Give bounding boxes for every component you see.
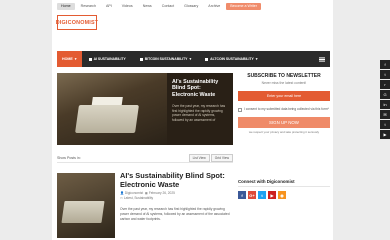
chevron-down-icon: ▾ [255,57,258,61]
category-label: ALTCOIN SUSTAINABILITY [210,57,254,61]
category-home-button[interactable]: HOME ▾ [57,51,82,67]
list-view-button[interactable]: List View [188,153,210,162]
topnav-glossary[interactable]: Glossary [180,3,202,10]
connect-widget: Connect with Digiconomist f G+ t ▶ ◉ [238,179,330,199]
consent-label: I consent to my submitted data being col… [244,107,329,111]
featured-slider[interactable]: AI's Sustainability Blind Spot: Electron… [57,73,233,145]
post-date: February 26, 2025 [148,191,175,195]
site-logo[interactable]: DIGICONOMIST [55,15,99,30]
home-label: HOME [62,57,73,61]
social-links: f G+ t ▶ ◉ [238,191,330,199]
consent-checkbox[interactable] [238,108,242,112]
post-meta: 👤 Digiconomist ▦ February 26, 2025 ▭ Lat… [120,191,232,201]
category-label: AI SUSTAINABILITY [93,57,126,61]
category-bitcoin-sustainability[interactable]: BITCOIN SUSTAINABILITY ▾ [133,57,198,61]
email-icon[interactable]: ✉ [380,110,390,119]
twitter-icon[interactable]: t [258,191,266,199]
reddit-icon[interactable]: r [380,80,390,89]
slider-title[interactable]: AI's Sustainability Blind Spot: Electron… [172,79,228,98]
connect-title: Connect with Digiconomist [238,179,330,187]
topnav-contact[interactable]: Contact [158,3,178,10]
category-bar: HOME ▾ AI SUSTAINABILITY BITCOIN SUSTAIN… [57,51,330,67]
post-author[interactable]: Digiconomist [125,191,143,195]
twitter-icon[interactable]: t [380,70,390,79]
topnav-news[interactable]: News [139,3,156,10]
topnav-become-writer[interactable]: Become a Writer [226,2,261,10]
view-switcher: Show Posts in: List View Grid View [57,153,233,163]
newsletter-widget: SUBSCRIBE TO NEWSLETTER Never miss the l… [238,73,330,169]
youtube-icon[interactable]: ▶ [380,130,390,139]
sign-up-button[interactable]: SIGN UP NOW [238,117,330,128]
square-icon [88,57,92,61]
post-thumbnail[interactable] [57,173,115,238]
linkedin-icon[interactable]: in [380,100,390,109]
show-posts-label: Show Posts in: [57,155,81,160]
slider-excerpt: Over the past year, my research has firs… [172,104,226,122]
chevron-down-icon: ▾ [74,57,77,61]
slider-image [57,73,167,145]
calendar-icon: ▦ [144,191,148,195]
facebook-icon[interactable]: f [238,191,246,199]
post-category[interactable]: Latest, Sustainability [124,196,153,200]
user-icon: 👤 [120,191,124,195]
email-field[interactable]: Enter your email here [238,91,330,101]
topnav-research[interactable]: Research [77,3,100,10]
youtube-icon[interactable]: ▶ [268,191,276,199]
rss-icon[interactable]: ◉ [278,191,286,199]
folder-icon: ▭ [120,195,124,200]
topnav-home[interactable]: Home [57,2,75,10]
logo-text: DIGICONOMIST [55,19,99,26]
newsletter-title: SUBSCRIBE TO NEWSLETTER [247,73,321,79]
topnav-api[interactable]: API [102,3,116,10]
category-ai-sustainability[interactable]: AI SUSTAINABILITY [82,57,133,61]
privacy-note: we respect your privacy and take protect… [248,130,320,134]
page: Home Research API Videos News Contact Gl… [52,0,333,240]
tumblr-icon[interactable]: t [380,120,390,129]
post-title[interactable]: AI's Sustainability Blind Spot: Electron… [120,171,230,189]
top-nav: Home Research API Videos News Contact Gl… [57,2,261,10]
category-label: BITCOIN SUSTAINABILITY [144,57,188,61]
category-altcoin-sustainability[interactable]: ALTCOIN SUSTAINABILITY ▾ [198,57,264,61]
newsletter-subtitle: Never miss the latest content! [261,81,307,85]
floating-share-bar: f t r G in ✉ t ▶ [380,60,390,139]
google-icon[interactable]: G [380,90,390,99]
hamburger-menu-icon[interactable] [314,51,330,67]
facebook-icon[interactable]: f [380,60,390,69]
topnav-videos[interactable]: Videos [118,3,137,10]
square-icon [139,57,143,61]
post-excerpt: Over the past year, my research has firs… [120,207,230,221]
square-icon [205,57,209,61]
consent-row: I consent to my submitted data being col… [238,107,330,112]
topnav-archive[interactable]: Archive [204,3,224,10]
google-plus-icon[interactable]: G+ [248,191,256,199]
chevron-down-icon: ▾ [189,57,192,61]
grid-view-button[interactable]: Grid View [210,153,233,162]
slider-caption: AI's Sustainability Blind Spot: Electron… [167,73,233,145]
